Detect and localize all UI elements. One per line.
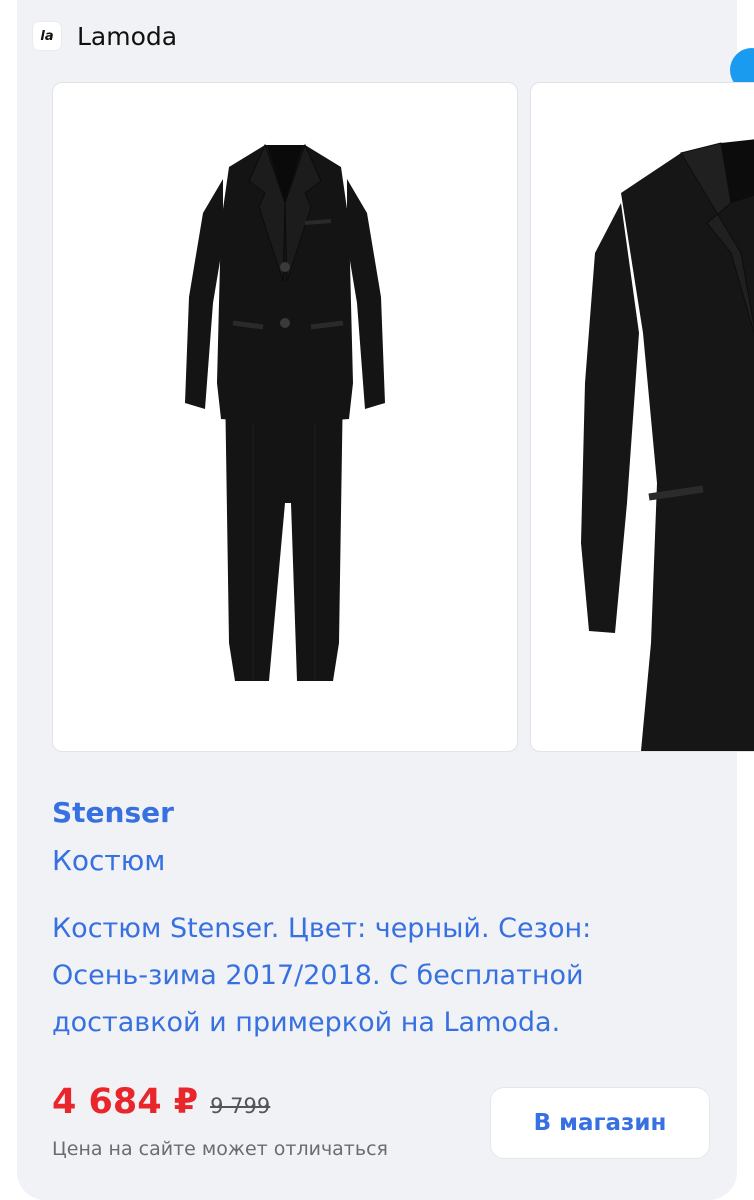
old-price: 9 799	[210, 1094, 271, 1118]
product-photo-1[interactable]	[52, 82, 518, 752]
current-price: 4 684 ₽	[52, 1082, 199, 1122]
go-to-shop-button[interactable]: В магазин	[490, 1087, 710, 1159]
suit-jacket-closeup-image	[581, 139, 754, 751]
left-margin	[0, 0, 17, 1200]
price-disclaimer: Цена на сайте может отличаться	[52, 1138, 388, 1160]
product-type[interactable]: Костюм	[52, 844, 165, 877]
product-description[interactable]: Костюм Stenser. Цвет: черный. Сезон: Осе…	[52, 905, 692, 1046]
suit-full-image	[185, 143, 385, 681]
shop-header[interactable]: la Lamoda	[33, 18, 177, 54]
price-row: 4 684 ₽ 9 799	[52, 1082, 270, 1122]
image-gallery[interactable]	[52, 82, 754, 752]
lamoda-logo-icon: la	[33, 22, 61, 50]
shop-name: Lamoda	[77, 21, 178, 51]
product-brand[interactable]: Stenser	[52, 796, 174, 829]
product-photo-2[interactable]	[530, 82, 754, 752]
